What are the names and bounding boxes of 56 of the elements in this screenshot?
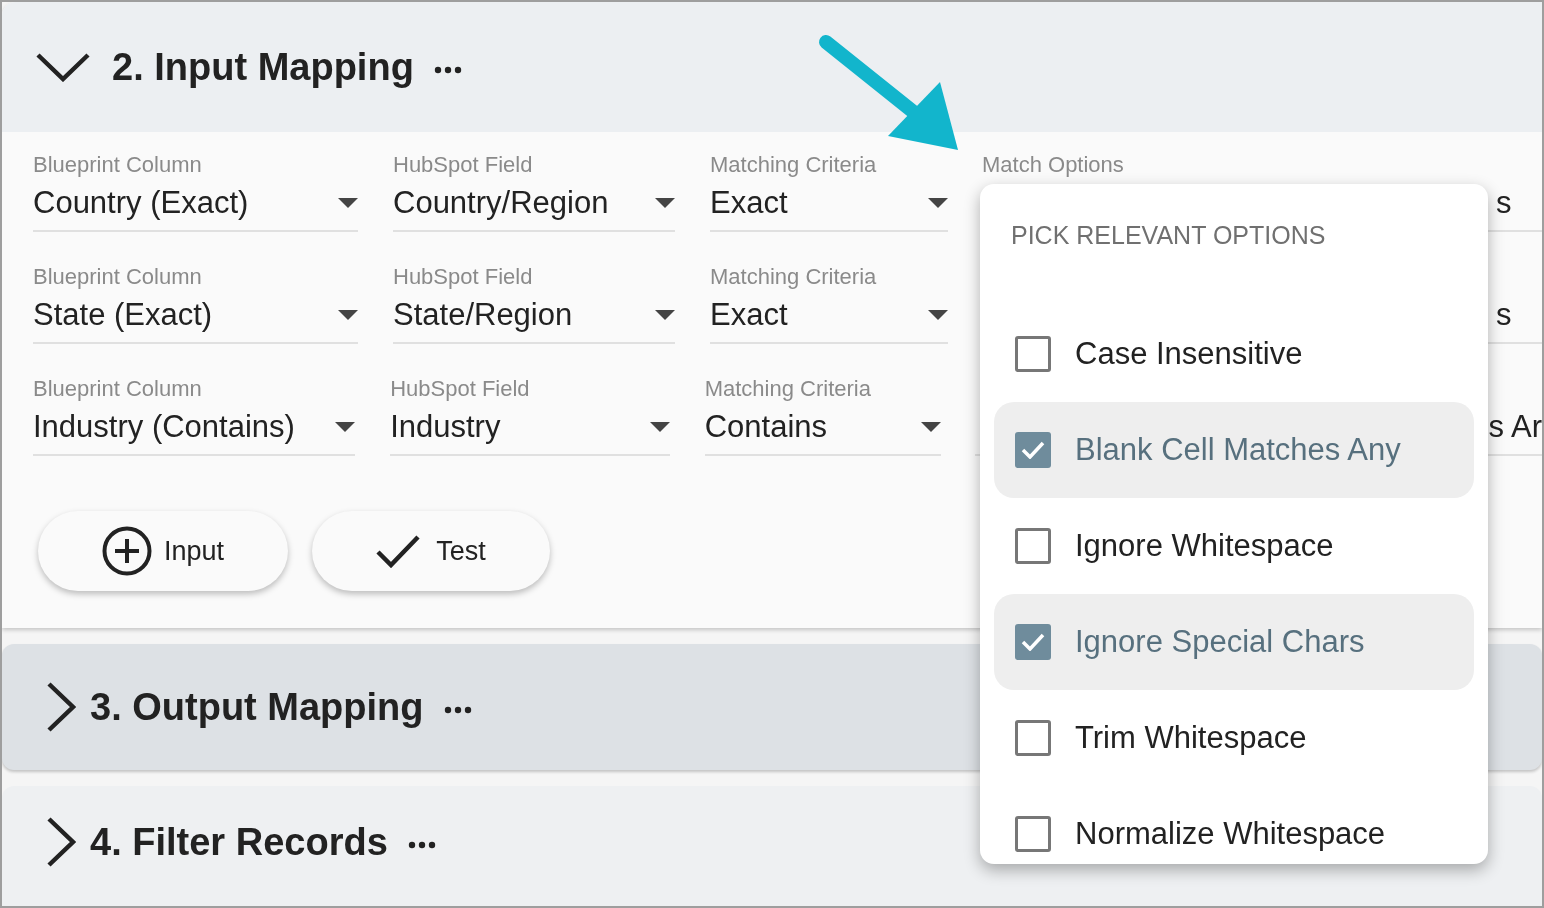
action-button[interactable]: Input xyxy=(38,511,288,591)
field-label: Blueprint Column xyxy=(33,154,202,176)
menu-option[interactable]: Case Insensitive xyxy=(994,306,1474,402)
plus-circle-icon xyxy=(101,526,152,576)
checkbox[interactable] xyxy=(1015,528,1051,564)
chevron-right-icon[interactable] xyxy=(46,682,76,732)
checkbox[interactable] xyxy=(1015,816,1051,852)
dropdown-caret-icon[interactable] xyxy=(655,198,675,208)
field-label: Match Options xyxy=(982,154,1124,176)
chevron-right-icon[interactable] xyxy=(46,817,76,867)
chevron-down-icon[interactable] xyxy=(36,52,90,82)
field-label: Blueprint Column xyxy=(33,266,202,288)
field-label: HubSpot Field xyxy=(393,154,533,176)
select-field[interactable]: State (Exact) xyxy=(33,288,358,344)
select-field[interactable]: Country/Region xyxy=(393,176,675,232)
select-field[interactable]: Country (Exact) xyxy=(33,176,358,232)
menu-option[interactable]: Normalize Whitespace xyxy=(994,786,1474,882)
dropdown-caret-icon[interactable] xyxy=(928,310,948,320)
section-title[interactable]: 3. Output Mapping xyxy=(90,678,424,736)
more-icon[interactable] xyxy=(407,841,436,849)
dropdown-caret-icon[interactable] xyxy=(920,422,941,432)
select-field[interactable]: Exact xyxy=(710,288,948,344)
select-field[interactable]: Industry (Contains) xyxy=(33,400,356,456)
menu-option[interactable]: Trim Whitespace xyxy=(994,690,1474,786)
menu-option[interactable]: Ignore Whitespace xyxy=(994,498,1474,594)
more-icon[interactable] xyxy=(443,706,472,714)
field-label: HubSpot Field xyxy=(393,266,533,288)
field-label: Blueprint Column xyxy=(33,378,202,400)
check-icon xyxy=(376,534,421,568)
checkmark-icon xyxy=(1021,441,1045,459)
menu-option[interactable]: Ignore Special Chars xyxy=(994,594,1474,690)
dropdown-caret-icon[interactable] xyxy=(335,422,356,432)
more-icon[interactable] xyxy=(433,66,462,74)
checkmark-icon xyxy=(1021,633,1045,651)
select-field[interactable]: Contains xyxy=(704,400,941,456)
dropdown-caret-icon[interactable] xyxy=(655,310,675,320)
menu-heading: PICK RELEVANT OPTIONS xyxy=(1010,220,1327,250)
field-label: Matching Criteria xyxy=(710,154,877,176)
dropdown-caret-icon[interactable] xyxy=(338,198,358,208)
field-label: Matching Criteria xyxy=(704,378,871,400)
action-button[interactable]: Test xyxy=(312,511,550,591)
section-title[interactable]: 4. Filter Records xyxy=(90,813,388,871)
select-field[interactable]: Exact xyxy=(710,176,948,232)
checkbox[interactable] xyxy=(1015,432,1051,468)
menu-option[interactable]: Blank Cell Matches Any xyxy=(994,402,1474,498)
select-field[interactable]: State/Region xyxy=(393,288,675,344)
field-label: HubSpot Field xyxy=(390,378,530,400)
select-field[interactable]: Industry xyxy=(390,400,670,456)
checkbox[interactable] xyxy=(1015,720,1051,756)
section-title[interactable]: 2. Input Mapping xyxy=(112,38,414,96)
checkbox[interactable] xyxy=(1015,624,1051,660)
dropdown-caret-icon[interactable] xyxy=(649,422,670,432)
checkbox[interactable] xyxy=(1015,336,1051,372)
dropdown-caret-icon[interactable] xyxy=(338,310,358,320)
field-label: Matching Criteria xyxy=(710,266,877,288)
dropdown-caret-icon[interactable] xyxy=(928,198,948,208)
